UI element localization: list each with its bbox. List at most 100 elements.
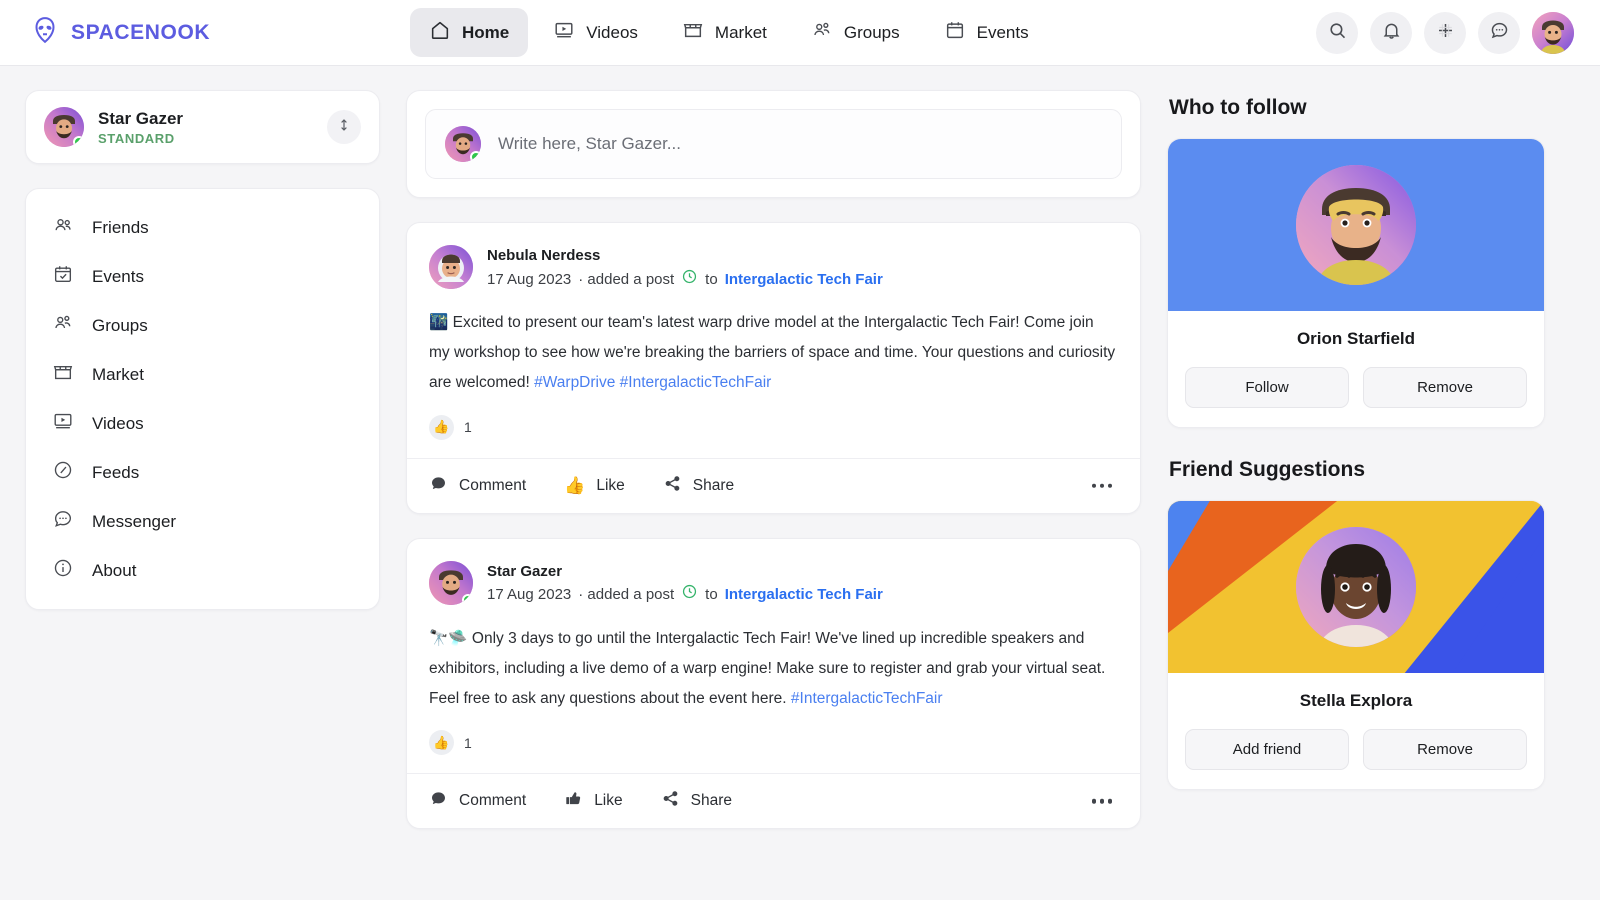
search-icon	[1327, 20, 1348, 46]
notifications-button[interactable]	[1370, 12, 1412, 54]
composer-avatar	[445, 126, 481, 162]
share-button[interactable]: Share	[663, 474, 734, 498]
post-to-label: to	[705, 270, 718, 288]
video-icon	[553, 19, 575, 46]
sidebar-item-market-label: Market	[92, 364, 144, 384]
sidebar-item-events[interactable]: Events	[26, 252, 379, 301]
who-to-follow-card: Orion Starfield Follow Remove	[1167, 138, 1545, 428]
profile-plan-badge: STANDARD	[98, 130, 175, 146]
groups-icon	[811, 19, 833, 46]
up-down-arrow-icon	[336, 117, 352, 138]
suggested-user-name: Orion Starfield	[1296, 329, 1416, 348]
post-meta: 17 Aug 2023 · added a post to Intergalac…	[487, 583, 883, 608]
sidebar-item-feeds[interactable]: Feeds	[26, 448, 379, 497]
alien-head-icon	[30, 15, 60, 50]
sidebar-item-videos[interactable]: Videos	[26, 399, 379, 448]
suggested-friend-avatar[interactable]	[1296, 527, 1416, 647]
messenger-button[interactable]	[1478, 12, 1520, 54]
post-hashtag[interactable]: #WarpDrive	[534, 374, 615, 391]
sidebar-item-videos-label: Videos	[92, 413, 144, 433]
comment-button[interactable]: Comment	[429, 474, 526, 498]
post-action-text: · added a post	[578, 586, 675, 604]
sidebar-item-market[interactable]: Market	[26, 350, 379, 399]
nav-item-market[interactable]: Market	[663, 8, 786, 57]
friend-suggestions-card: Stella Explora Add friend Remove	[1167, 500, 1545, 790]
thumbs-up-icon: 👍	[429, 730, 454, 756]
post-meta: 17 Aug 2023 · added a post to Intergalac…	[487, 268, 883, 293]
sidebar-item-groups[interactable]: Groups	[26, 301, 379, 350]
nav-item-events-label: Events	[976, 22, 1029, 42]
like-button[interactable]: 👍 Like	[564, 476, 625, 496]
brand-logo[interactable]: SPACENOOK	[0, 15, 410, 50]
nav-item-groups-label: Groups	[843, 22, 900, 42]
post-hashtag[interactable]: #IntergalacticTechFair	[791, 690, 943, 707]
suggested-user-avatar[interactable]	[1296, 165, 1416, 285]
remove-button[interactable]: Remove	[1363, 367, 1527, 408]
nav-item-home[interactable]: Home	[410, 8, 529, 57]
search-button[interactable]	[1316, 12, 1358, 54]
sidebar-item-about[interactable]: About	[26, 546, 379, 595]
switch-account-button[interactable]	[327, 110, 361, 144]
home-icon	[429, 19, 451, 46]
who-to-follow-title: Who to follow	[1169, 96, 1307, 119]
share-label: Share	[692, 476, 735, 494]
clock-icon	[681, 583, 698, 608]
nav-item-market-label: Market	[714, 22, 767, 42]
like-button[interactable]: Like	[564, 789, 623, 813]
profile-card[interactable]: Star Gazer STANDARD	[25, 90, 380, 164]
comment-button[interactable]: Comment	[429, 789, 526, 813]
calendar-icon	[944, 19, 966, 46]
sidebar-item-messenger[interactable]: Messenger	[26, 497, 379, 546]
post-group-link[interactable]: Intergalactic Tech Fair	[725, 584, 883, 607]
profile-avatar	[44, 107, 84, 147]
nav-item-events[interactable]: Events	[925, 8, 1048, 57]
info-icon	[52, 557, 74, 584]
sidebar-item-messenger-label: Messenger	[92, 511, 177, 531]
like-label: Like	[594, 792, 623, 810]
comment-icon	[429, 789, 448, 813]
profile-cover-image	[1168, 501, 1544, 673]
post-action-bar: Comment Like Share	[407, 773, 1140, 828]
post-author-avatar[interactable]	[429, 560, 473, 605]
post-reactions[interactable]: 👍 1	[407, 714, 1140, 773]
post-author-name: Nebula Nerdess	[487, 247, 601, 264]
thumbs-up-icon: 👍	[564, 475, 586, 495]
groups-icon	[52, 312, 74, 339]
post-date: 17 Aug 2023	[487, 586, 572, 604]
follow-button[interactable]: Follow	[1185, 367, 1349, 408]
header-avatar[interactable]	[1532, 12, 1574, 54]
chat-dots-icon	[52, 508, 74, 535]
add-friend-button[interactable]: Add friend	[1185, 729, 1349, 770]
nav-item-groups[interactable]: Groups	[792, 8, 919, 57]
post-to-label: to	[705, 586, 718, 604]
post-card: Nebula Nerdess 17 Aug 2023 · added a pos…	[406, 222, 1141, 514]
post-more-options-button[interactable]	[1086, 793, 1119, 810]
post-reactions[interactable]: 👍 1	[407, 399, 1140, 458]
composer-placeholder[interactable]: Write here, Star Gazer...	[498, 134, 681, 154]
post-body: 🔭🛸 Only 3 days to go until the Intergala…	[407, 608, 1140, 715]
create-button[interactable]	[1424, 12, 1466, 54]
chat-dots-icon	[1489, 20, 1510, 46]
post-author-avatar[interactable]	[429, 245, 473, 289]
post-group-link[interactable]: Intergalactic Tech Fair	[725, 269, 883, 292]
who-to-follow-actions: Follow Remove	[1185, 367, 1527, 408]
post-more-options-button[interactable]	[1086, 477, 1119, 494]
post-hashtag[interactable]: #IntergalacticTechFair	[620, 374, 772, 391]
store-icon	[682, 19, 704, 46]
share-button[interactable]: Share	[661, 789, 732, 813]
post-date: 17 Aug 2023	[487, 270, 572, 288]
compass-icon	[52, 459, 74, 486]
post-composer: Write here, Star Gazer...	[406, 90, 1141, 198]
thumbs-up-icon	[564, 789, 583, 813]
sidebar-item-groups-label: Groups	[92, 315, 148, 335]
nav-item-videos[interactable]: Videos	[534, 8, 657, 57]
remove-button[interactable]: Remove	[1363, 729, 1527, 770]
sidebar-item-friends[interactable]: Friends	[26, 203, 379, 252]
post-emoji: 🌃	[429, 314, 449, 331]
video-icon	[52, 410, 74, 437]
composer-input-row[interactable]: Write here, Star Gazer...	[425, 109, 1122, 179]
post-text: Only 3 days to go until the Intergalacti…	[429, 629, 1106, 708]
sidebar-item-feeds-label: Feeds	[92, 462, 140, 482]
store-icon	[52, 361, 74, 388]
calendar-check-icon	[52, 263, 74, 290]
